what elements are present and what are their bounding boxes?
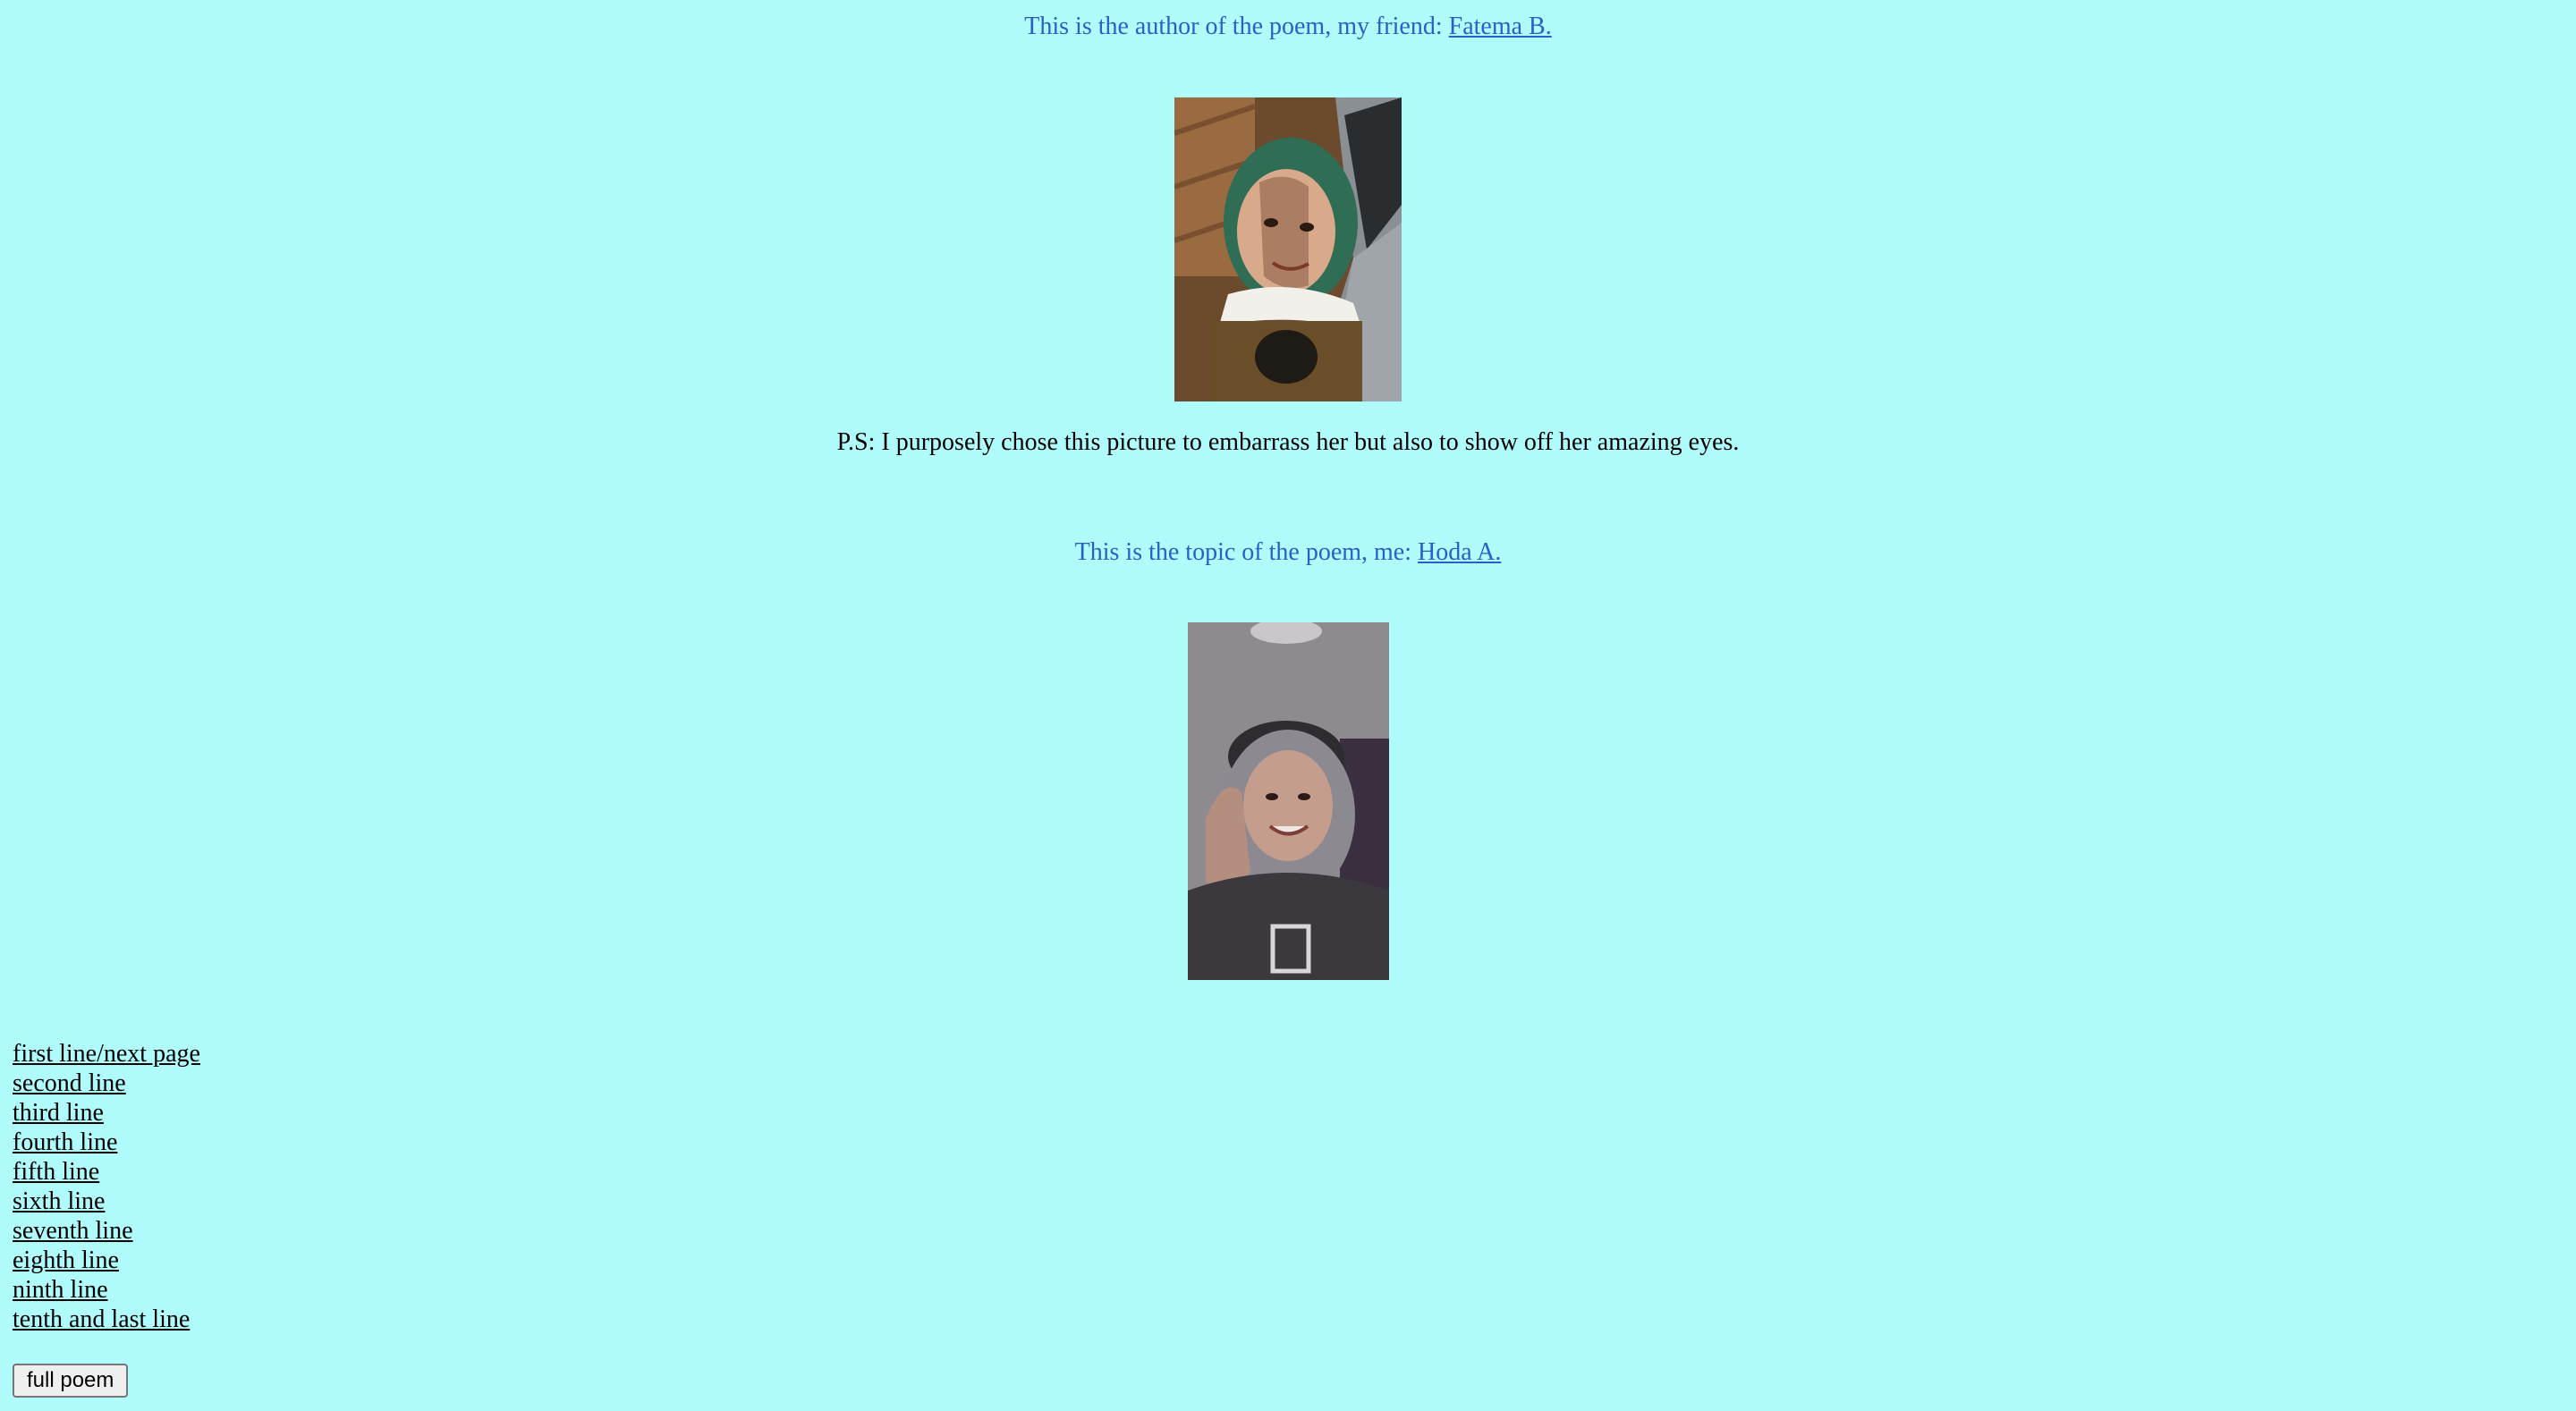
third-line-link[interactable]: third line: [13, 1098, 200, 1128]
author-intro-text: This is the author of the poem, my frien…: [1024, 13, 1449, 40]
full-poem-button[interactable]: full poem: [13, 1364, 129, 1398]
sixth-line-link[interactable]: sixth line: [13, 1187, 200, 1216]
fourth-line-link[interactable]: fourth line: [13, 1128, 200, 1157]
author-photo: [1174, 97, 1402, 401]
tenth-line-link[interactable]: tenth and last line: [13, 1305, 200, 1334]
ps-note: P.S: I purposely chose this picture to e…: [836, 428, 1740, 456]
topic-name-link[interactable]: Hoda A.: [1418, 538, 1501, 566]
fifth-line-link[interactable]: fifth line: [13, 1157, 200, 1187]
topic-photo: [1188, 622, 1389, 980]
topic-heading: This is the topic of the poem, me: Hoda …: [0, 537, 2576, 568]
topic-intro-text: This is the topic of the poem, me:: [1074, 538, 1419, 566]
seventh-line-link[interactable]: seventh line: [13, 1216, 200, 1246]
author-heading: This is the author of the poem, my frien…: [0, 12, 2576, 42]
second-line-link[interactable]: second line: [13, 1069, 200, 1098]
ninth-line-link[interactable]: ninth line: [13, 1275, 200, 1305]
author-name-link[interactable]: Fatema B.: [1449, 13, 1552, 40]
first-line-link[interactable]: first line/next page: [13, 1039, 200, 1069]
line-links-list: first line/next page second line third l…: [13, 1039, 200, 1334]
eighth-line-link[interactable]: eighth line: [13, 1246, 200, 1275]
